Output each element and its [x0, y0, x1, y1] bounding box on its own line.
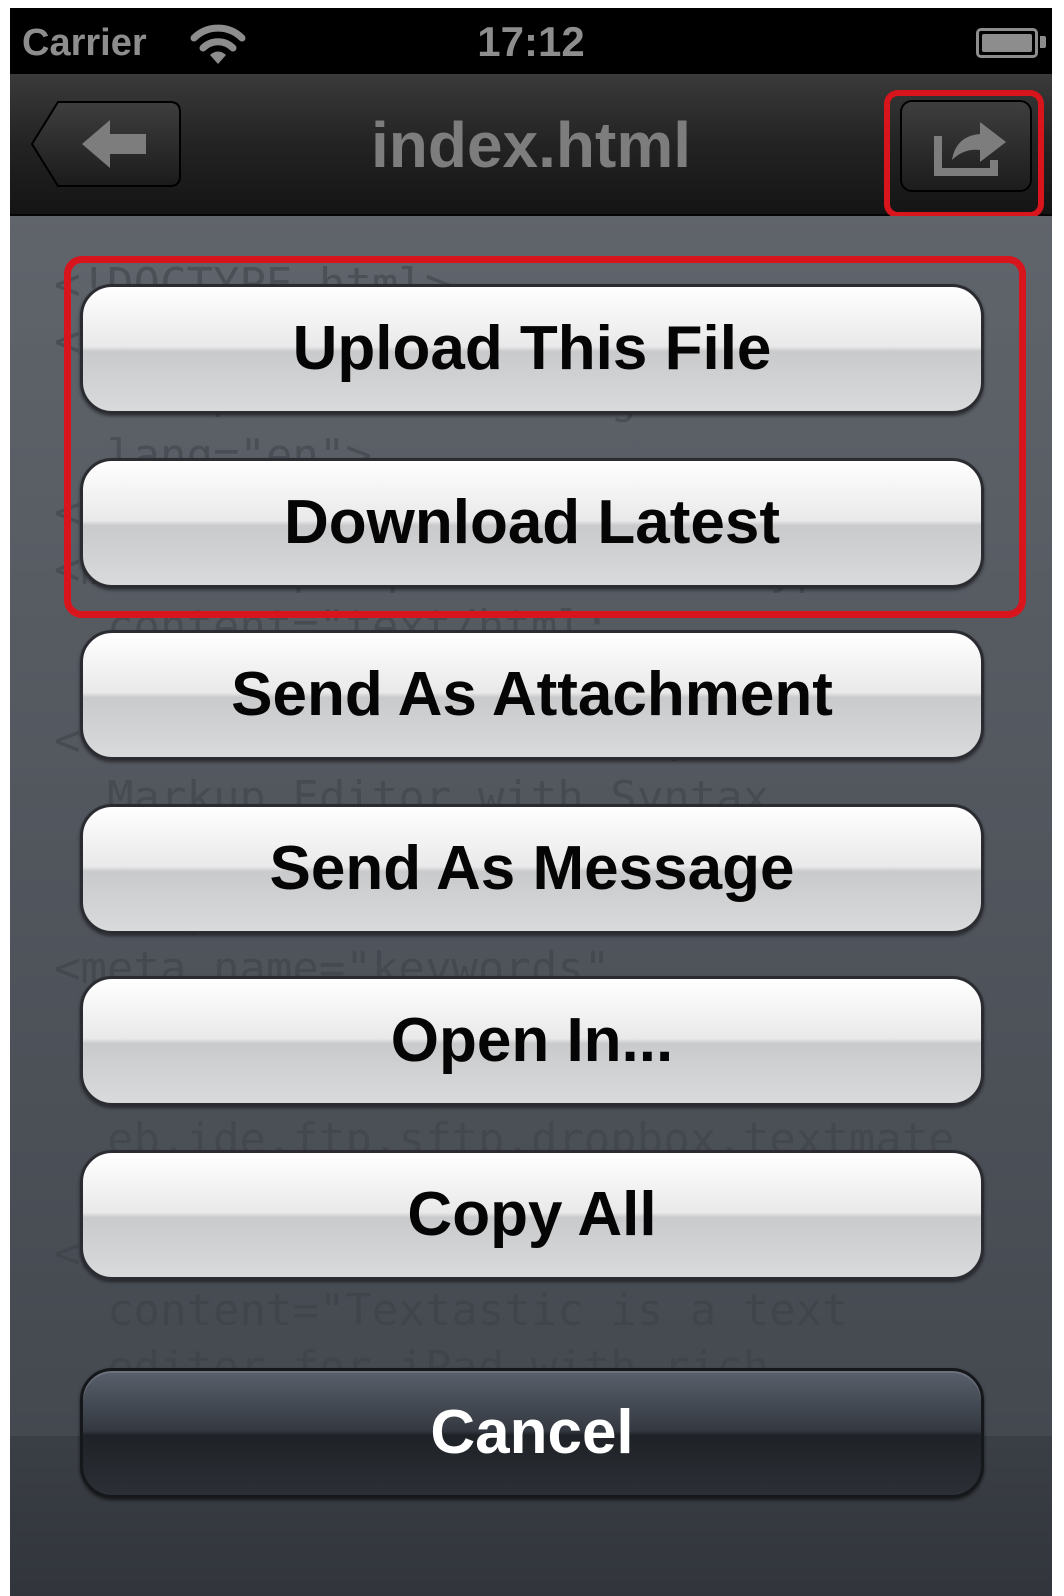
navigation-bar: index.html: [10, 74, 1052, 218]
send-as-message-button[interactable]: Send As Message: [80, 804, 984, 934]
phone-screen: Carrier 17:12 index.html lang="en"> cont…: [10, 8, 1052, 1596]
share-button-highlight: [884, 90, 1044, 218]
battery-icon: [976, 28, 1038, 58]
send-as-attachment-button[interactable]: Send As Attachment: [80, 630, 984, 760]
status-clock: 17:12: [477, 18, 585, 65]
upload-download-highlight: [64, 256, 1026, 618]
battery-tip: [1040, 36, 1046, 48]
status-bar: Carrier 17:12: [10, 8, 1052, 74]
cancel-button[interactable]: Cancel: [80, 1368, 984, 1498]
copy-all-button[interactable]: Copy All: [80, 1150, 984, 1280]
open-in-button[interactable]: Open In...: [80, 976, 984, 1106]
